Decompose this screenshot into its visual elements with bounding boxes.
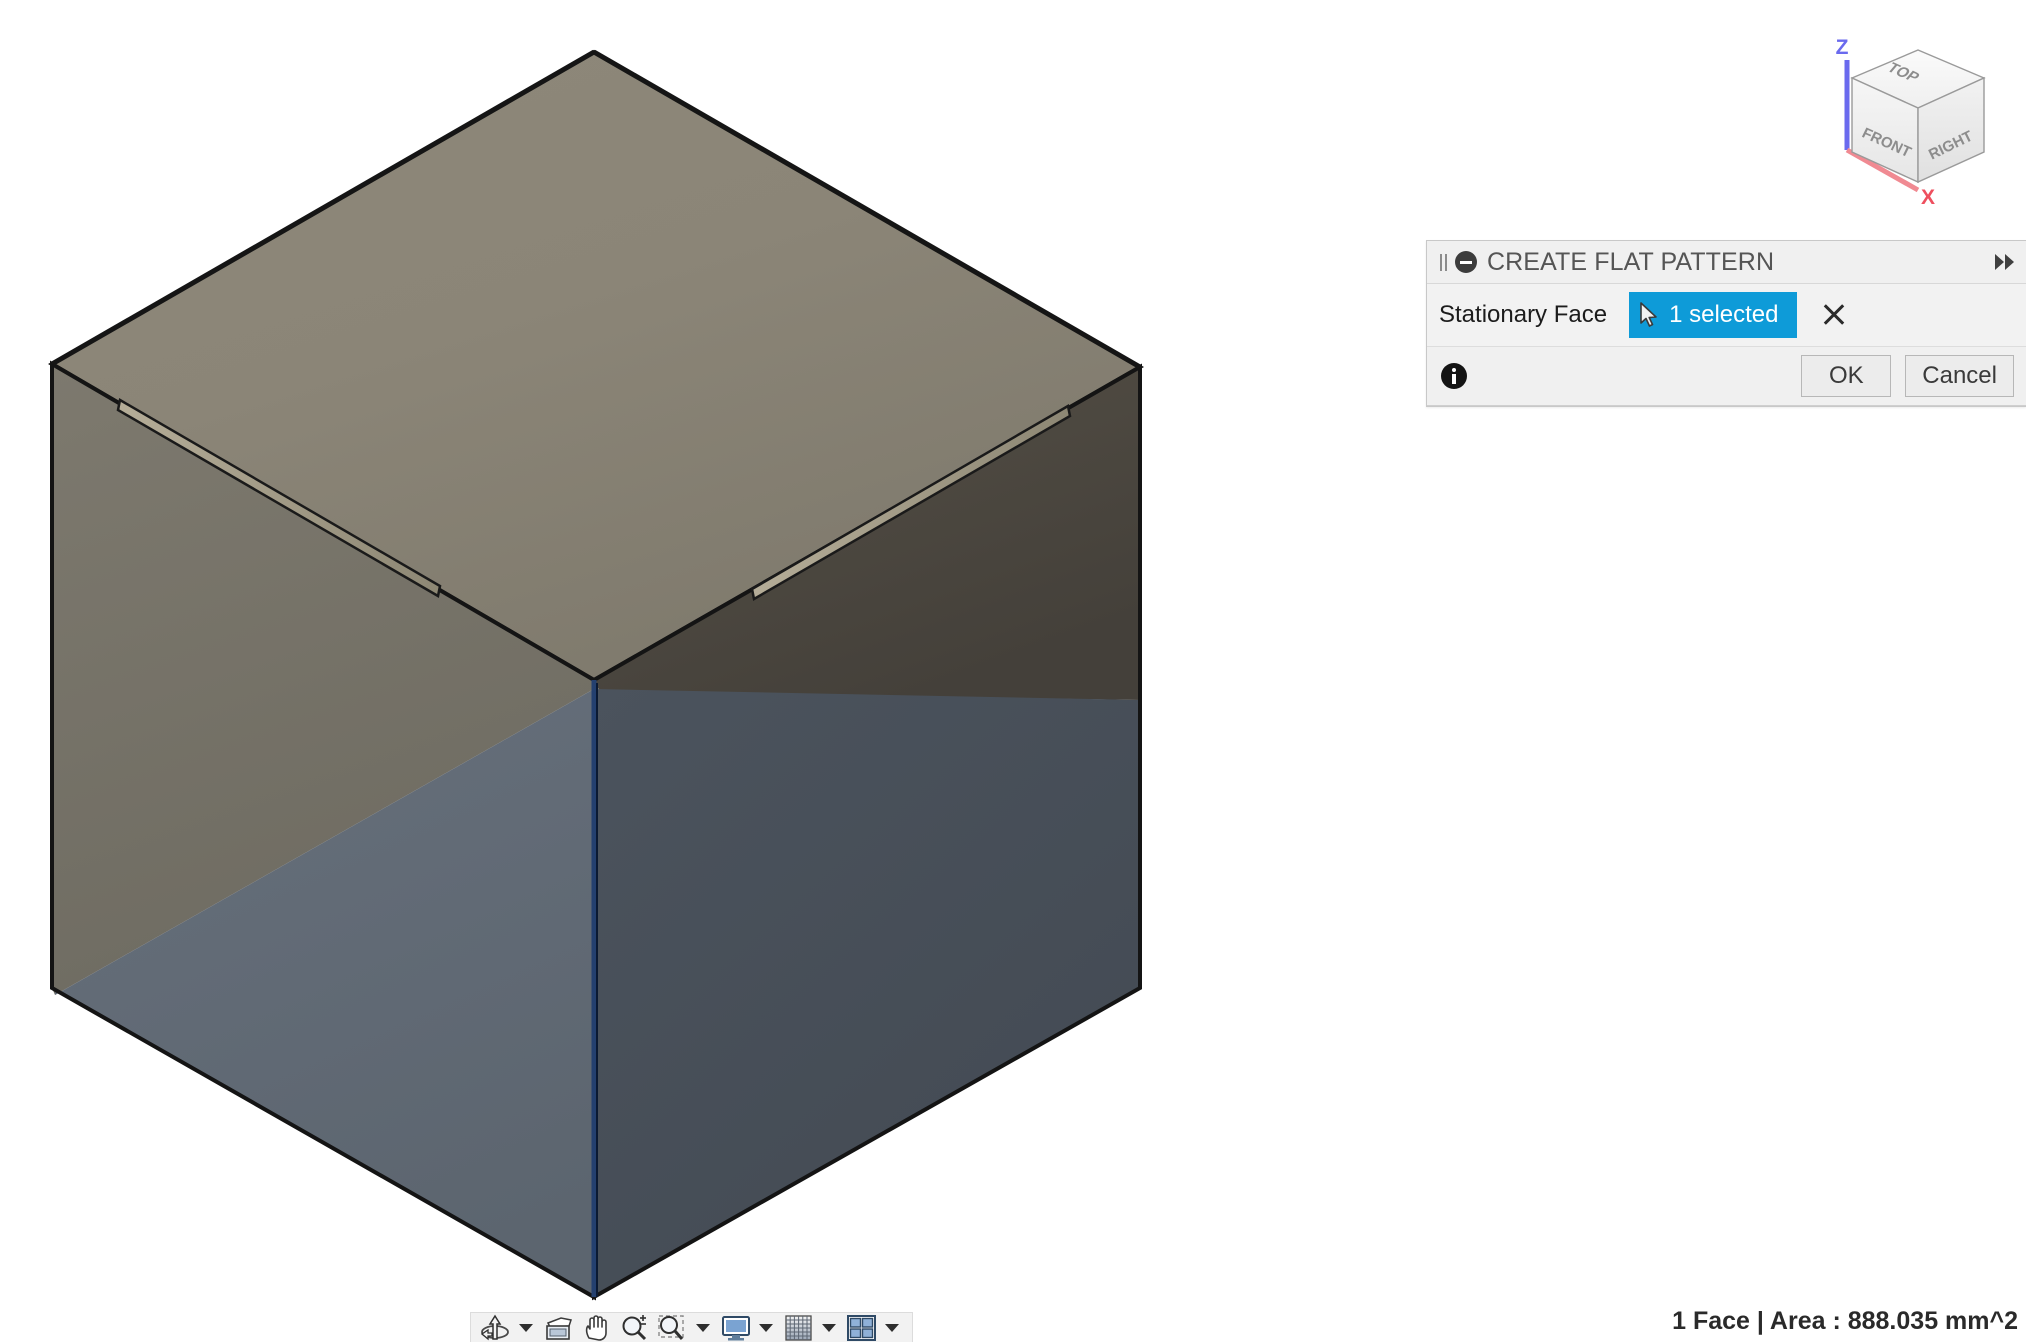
dialog-body: Stationary Face 1 selected <box>1427 284 2026 347</box>
grid-icon <box>785 1314 812 1341</box>
look-at-tool[interactable] <box>540 1314 578 1342</box>
stationary-face-selection-chip[interactable]: 1 selected <box>1629 292 1798 338</box>
grid-dropdown-caret[interactable] <box>822 1323 836 1332</box>
display-style-tool[interactable] <box>717 1314 755 1342</box>
multi-viewport-icon <box>847 1314 876 1341</box>
stationary-face-label: Stationary Face <box>1439 301 1608 328</box>
fast-forward-icon[interactable] <box>1986 251 2014 273</box>
orbit-icon <box>480 1314 509 1340</box>
status-bar-text: 1 Face | Area : 888.035 mm^2 <box>1672 1306 2018 1335</box>
info-circle-icon[interactable] <box>1441 363 1467 389</box>
selection-count-text: 1 selected <box>1669 301 1779 328</box>
collapse-circle-icon[interactable] <box>1455 251 1477 273</box>
zoom-window-tool[interactable] <box>654 1314 692 1342</box>
zoom-tool[interactable] <box>616 1314 654 1342</box>
view-cube[interactable]: TOP FRONT RIGHT Z X <box>1800 22 2026 209</box>
close-x-icon[interactable] <box>1819 300 1849 330</box>
3d-viewport[interactable]: TOP FRONT RIGHT Z X <box>0 0 2026 1342</box>
orbit-dropdown-caret[interactable] <box>519 1323 533 1332</box>
sheet-metal-box-model[interactable] <box>0 0 2026 1342</box>
cancel-button[interactable]: Cancel <box>1905 355 2014 397</box>
dialog-title: CREATE FLAT PATTERN <box>1487 247 1775 276</box>
viewcube-axis-label-x: X <box>1921 186 1935 208</box>
zoom-window-icon <box>658 1314 684 1340</box>
viewport-layout-dropdown-caret[interactable] <box>885 1323 899 1332</box>
monitor-display-icon <box>722 1315 750 1340</box>
mouse-pointer-icon <box>1640 302 1657 327</box>
create-flat-pattern-dialog: CREATE FLAT PATTERN Stationary Face 1 se… <box>1426 240 2026 407</box>
pan-tool[interactable] <box>578 1314 616 1342</box>
hand-pan-icon <box>585 1314 607 1341</box>
viewport-layout-tool[interactable] <box>843 1314 881 1342</box>
navigation-toolbar <box>470 1312 913 1342</box>
drag-grip-icon[interactable] <box>1437 252 1449 272</box>
ok-button[interactable]: OK <box>1801 355 1892 397</box>
zoom-magnifier-icon <box>622 1314 647 1340</box>
display-style-dropdown-caret[interactable] <box>759 1323 773 1332</box>
viewcube-axis-label-z: Z <box>1836 36 1849 59</box>
zoom-window-dropdown-caret[interactable] <box>696 1323 710 1332</box>
cad-application-window: TOP FRONT RIGHT Z X CREATE FLAT PATTERN <box>0 0 2026 1342</box>
orbit-tool[interactable] <box>477 1314 515 1342</box>
dialog-titlebar[interactable]: CREATE FLAT PATTERN <box>1427 241 2026 284</box>
dialog-footer: OK Cancel <box>1427 347 2026 406</box>
status-bar: 1 Face | Area : 888.035 mm^2 <box>1672 1303 2018 1339</box>
model-highlight-edge <box>591 680 598 1297</box>
grid-snap-tool[interactable] <box>780 1314 818 1342</box>
look-at-icon <box>546 1316 572 1340</box>
